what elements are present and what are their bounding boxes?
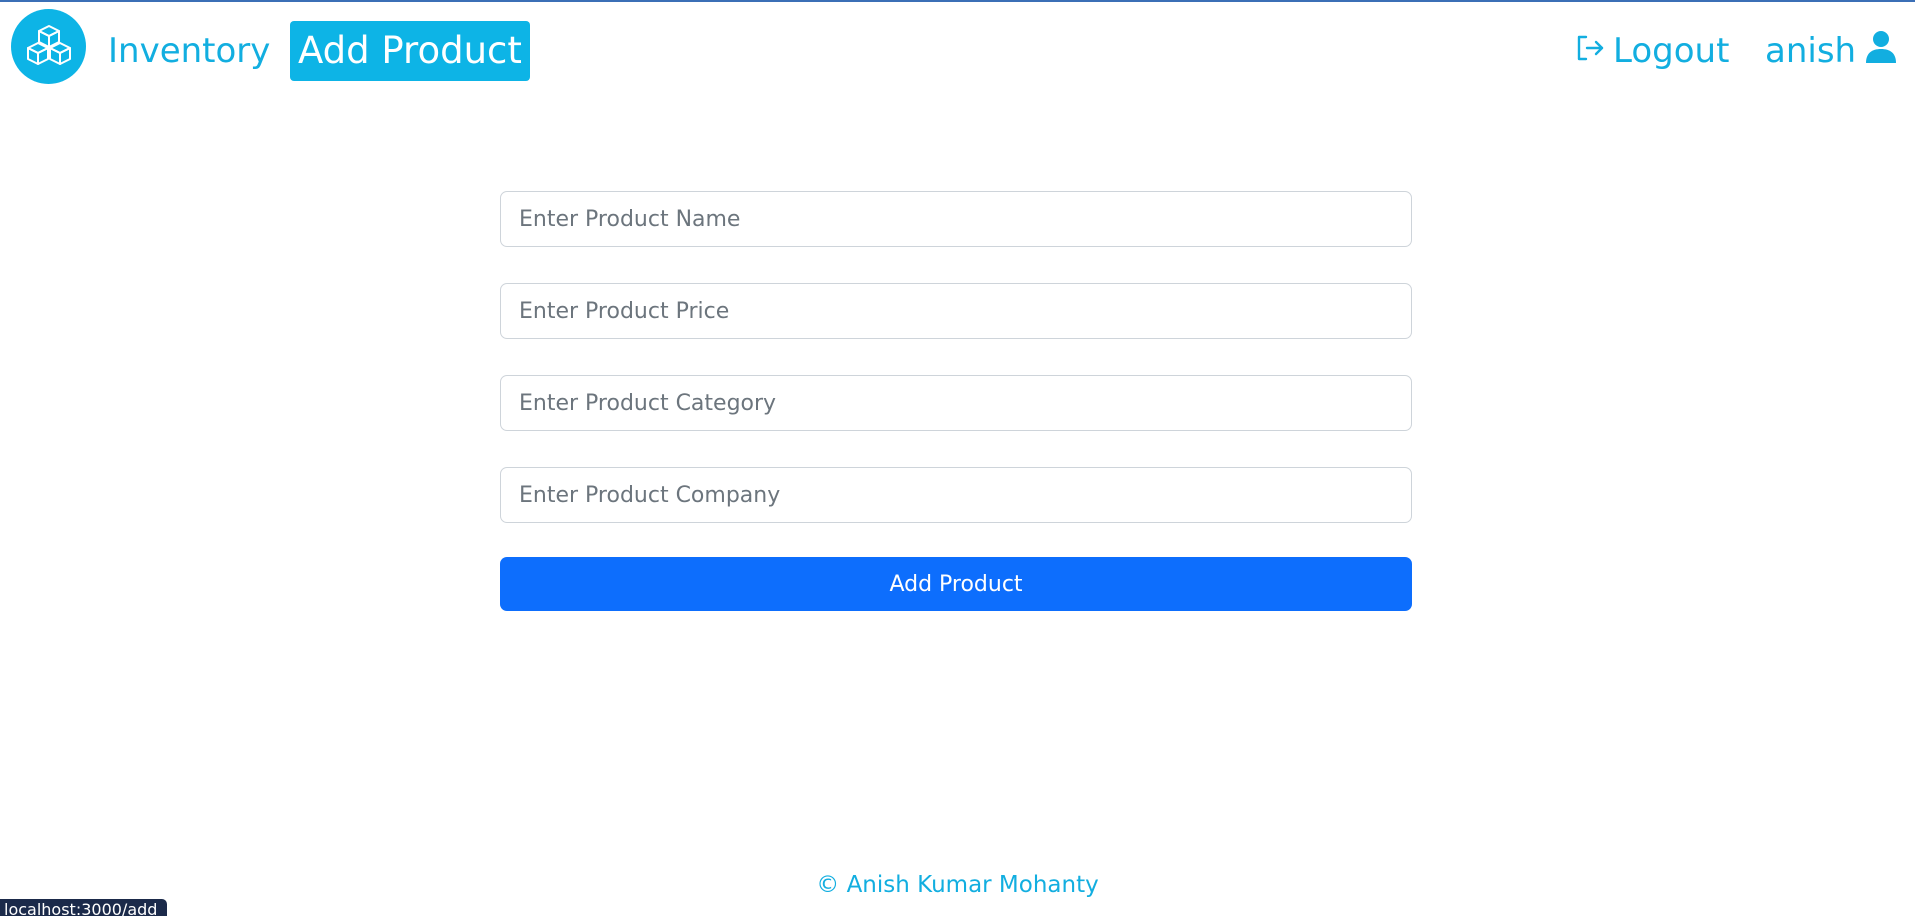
logo[interactable] xyxy=(11,9,86,84)
boxes-icon xyxy=(23,23,75,71)
user-menu[interactable]: anish xyxy=(1765,21,1898,81)
nav-inventory-link[interactable]: Inventory xyxy=(108,21,270,81)
footer-credit: © Anish Kumar Mohanty xyxy=(816,872,1099,898)
product-category-input[interactable] xyxy=(500,375,1412,431)
status-bar-url: localhost:3000/add xyxy=(0,899,168,916)
logout-link[interactable]: Logout xyxy=(1575,21,1729,81)
add-product-form: Add Product xyxy=(500,191,1412,611)
username-label: anish xyxy=(1765,31,1857,71)
user-icon xyxy=(1856,30,1898,73)
product-name-input[interactable] xyxy=(500,191,1412,247)
nav-add-product-link[interactable]: Add Product xyxy=(290,21,530,81)
product-price-input[interactable] xyxy=(500,283,1412,339)
navbar: Inventory Add Product Logout anish xyxy=(0,2,1915,100)
product-company-input[interactable] xyxy=(500,467,1412,523)
add-product-button[interactable]: Add Product xyxy=(500,557,1412,611)
logout-label: Logout xyxy=(1613,31,1730,71)
logout-icon xyxy=(1575,31,1613,71)
